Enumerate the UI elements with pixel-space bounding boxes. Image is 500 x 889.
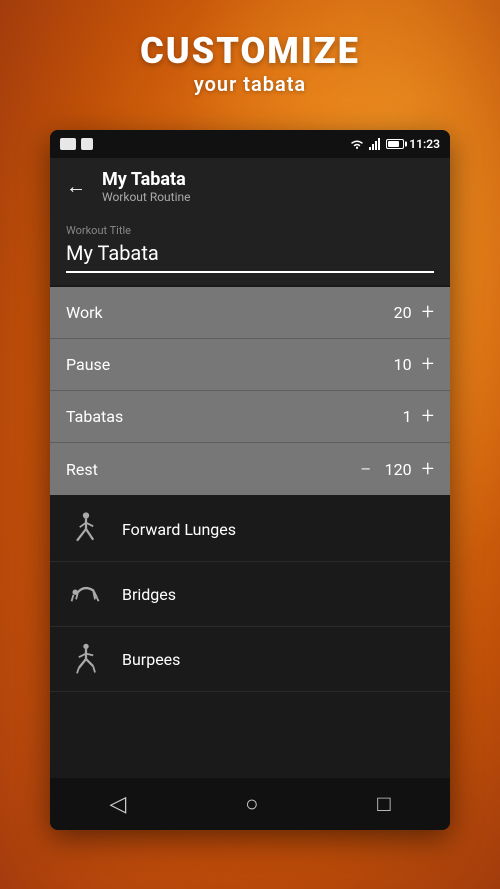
setting-row-rest: Rest − 120 + [50, 443, 450, 495]
setting-plus-work[interactable]: + [422, 300, 434, 325]
main-subtitle: your tabata [0, 72, 500, 96]
nav-recent-button[interactable]: □ [377, 791, 390, 817]
battery-icon [386, 139, 404, 149]
setting-row-pause: Pause 10 + [50, 339, 450, 391]
setting-row-tabatas: Tabatas 1 + [50, 391, 450, 443]
status-time: 11:23 [409, 137, 440, 151]
app-bar-titles: My Tabata Workout Routine [102, 169, 191, 204]
nav-bar: ◁ ○ □ [50, 778, 450, 830]
setting-controls-rest: − 120 + [360, 457, 434, 482]
setting-plus-tabatas[interactable]: + [422, 404, 434, 429]
exercise-row-bridges[interactable]: Bridges [50, 562, 450, 627]
header-section: CUSTOMIZE your tabata [0, 30, 500, 96]
setting-row-work: Work 20 + [50, 287, 450, 339]
main-title: CUSTOMIZE [0, 30, 500, 72]
app-bar-subtitle: Workout Routine [102, 190, 191, 204]
exercise-name-burpees: Burpees [122, 650, 180, 669]
status-left-icons [60, 138, 93, 150]
wifi-icon [350, 138, 364, 150]
notification-icon-1 [60, 138, 76, 150]
setting-controls-work: 20 + [382, 300, 434, 325]
setting-value-pause: 10 [382, 355, 412, 374]
status-bar: 11:23 [50, 130, 450, 158]
signal-icon [369, 138, 381, 150]
setting-label-tabatas: Tabatas [66, 407, 123, 426]
app-bar-title: My Tabata [102, 169, 191, 190]
notification-icon-2 [81, 138, 93, 150]
workout-title-input[interactable]: My Tabata [66, 241, 434, 273]
setting-value-tabatas: 1 [382, 407, 412, 426]
setting-plus-pause[interactable]: + [422, 352, 434, 377]
exercise-name-forward-lunges: Forward Lunges [122, 520, 236, 539]
status-right-icons: 11:23 [350, 137, 440, 151]
exercise-row-burpees[interactable]: Burpees [50, 627, 450, 692]
setting-label-work: Work [66, 303, 103, 322]
exercise-name-bridges: Bridges [122, 585, 176, 604]
setting-label-pause: Pause [66, 355, 110, 374]
exercise-icon-bridges [66, 574, 106, 614]
setting-value-rest: 120 [382, 460, 412, 479]
exercise-icon-forward-lunges [66, 509, 106, 549]
app-bar: ← My Tabata Workout Routine [50, 158, 450, 214]
setting-controls-tabatas: 1 + [382, 404, 434, 429]
settings-section: Work 20 + Pause 10 + Tabatas 1 + Rest − [50, 287, 450, 495]
nav-home-button[interactable]: ○ [245, 791, 258, 817]
nav-back-button[interactable]: ◁ [109, 792, 126, 817]
setting-value-work: 20 [382, 303, 412, 322]
exercise-icon-burpees [66, 639, 106, 679]
setting-minus-rest[interactable]: − [360, 457, 371, 481]
setting-plus-rest[interactable]: + [422, 457, 434, 482]
setting-label-rest: Rest [66, 460, 98, 479]
workout-label: Workout Title [66, 224, 434, 237]
exercise-section: Forward Lunges Bridges [50, 497, 450, 692]
phone-screen: 11:23 ← My Tabata Workout Routine Workou… [50, 130, 450, 830]
setting-controls-pause: 10 + [382, 352, 434, 377]
back-button[interactable]: ← [66, 174, 86, 199]
exercise-row-forward-lunges[interactable]: Forward Lunges [50, 497, 450, 562]
workout-title-section: Workout Title My Tabata [50, 214, 450, 285]
